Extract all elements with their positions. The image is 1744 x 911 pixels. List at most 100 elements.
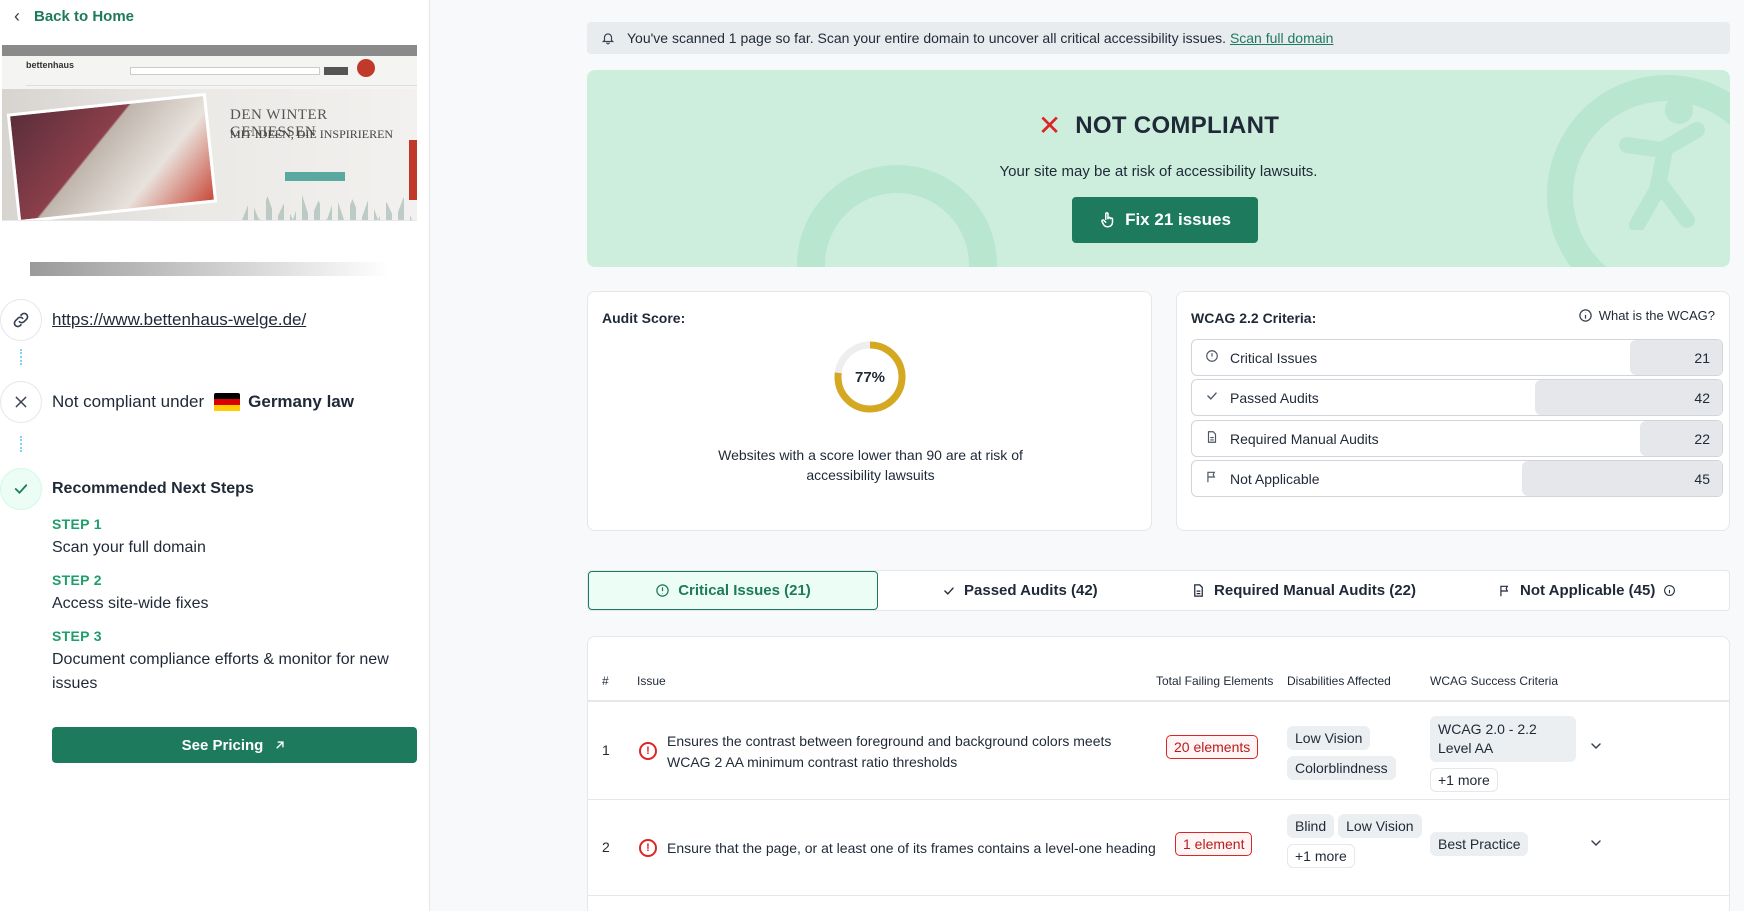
check-icon (1204, 389, 1220, 406)
sidebar: ‹ Back to Home bettenhaus DEN WINTER GEN… (0, 0, 430, 911)
col-header-num: # (602, 674, 609, 688)
audit-score-title: Audit Score: (602, 310, 686, 326)
accessibility-figure-icon (1619, 96, 1705, 230)
flag-icon (1500, 585, 1509, 596)
banner-message: You've scanned 1 page so far. Scan your … (627, 30, 1227, 46)
germany-flag-icon (214, 392, 241, 412)
criteria-required-manual-audits[interactable]: Required Manual Audits 22 (1191, 420, 1723, 457)
preview-topbar (2, 45, 417, 56)
preview-badge (357, 59, 375, 77)
next-steps-title: Recommended Next Steps (52, 480, 254, 497)
tab-critical-issues[interactable]: Critical Issues (21) (588, 571, 878, 610)
step-3: STEP 3 Document compliance efforts & mon… (52, 628, 422, 696)
chevron-down-icon[interactable] (1588, 835, 1604, 856)
fix-issues-button[interactable]: Fix 21 issues (1072, 197, 1258, 243)
disability-chip: Colorblindness (1287, 756, 1396, 780)
flag-stripe-gold (214, 405, 241, 412)
website-preview-secondary (30, 262, 390, 276)
criteria-passed-audits[interactable]: Passed Audits 42 (1191, 379, 1723, 416)
issue-description: Ensures the contrast between foreground … (667, 733, 1112, 770)
compliance-law-text: Not compliant under Germany law (52, 392, 354, 412)
document-icon (1204, 430, 1220, 447)
compliance-status: ✕ NOT COMPLIANT (587, 112, 1730, 140)
x-icon: ✕ (1037, 110, 1062, 141)
disability-chip: Low Vision (1287, 726, 1371, 750)
alert-circle-icon (1204, 349, 1220, 366)
score-value: 77% (854, 368, 886, 386)
row-number: 1 (602, 742, 610, 758)
criteria-not-applicable[interactable]: Not Applicable 45 (1191, 460, 1723, 497)
criteria-label: Not Applicable (1230, 470, 1320, 487)
col-header-issue: Issue (637, 674, 666, 688)
table-row[interactable]: 2 ! Ensure that the page, or at least on… (588, 800, 1729, 896)
criteria-label: Required Manual Audits (1230, 430, 1379, 447)
compliance-prefix: Not compliant under (52, 392, 205, 411)
tab-label: Required Manual Audits (22) (1214, 582, 1416, 599)
criteria-cell: WCAG 2.0 - 2.2 Level AA +1 more (1430, 716, 1580, 792)
criteria-count: 45 (1694, 470, 1710, 487)
table-row[interactable]: 1 ! Ensures the contrast between foregro… (588, 702, 1729, 800)
tab-passed-audits[interactable]: Passed Audits (42) (878, 571, 1162, 610)
issue-tabs: Critical Issues (21) Passed Audits (42) … (587, 570, 1730, 611)
see-pricing-label: See Pricing (181, 736, 264, 754)
criteria-chip: Best Practice (1430, 832, 1529, 856)
step-label: STEP 3 (52, 628, 102, 644)
step-label: STEP 2 (52, 572, 102, 588)
failing-elements-badge[interactable]: 1 element (1175, 832, 1253, 856)
criteria-bar (1522, 461, 1722, 496)
step-1: STEP 1 Scan your full domain (52, 516, 422, 560)
criteria-critical-issues[interactable]: Critical Issues 21 (1191, 339, 1723, 376)
audit-score-card: Audit Score: 77% Websites with a score l… (587, 291, 1152, 531)
disability-chip: Low Vision (1338, 814, 1422, 838)
scanned-url-link[interactable]: https://www.bettenhaus-welge.de/ (52, 310, 306, 330)
back-label: Back to Home (34, 8, 135, 25)
preview-search-button (324, 67, 348, 75)
alert-icon: ! (639, 839, 657, 857)
tab-label: Not Applicable (45) (1520, 582, 1656, 599)
back-to-home-link[interactable]: ‹ Back to Home (14, 6, 134, 27)
compliance-law-row: Not compliant under Germany law (0, 381, 354, 423)
alert-circle-icon (656, 584, 669, 597)
preview-logo: bettenhaus (26, 60, 75, 70)
step-label: STEP 1 (52, 516, 102, 532)
disability-chip: Blind (1287, 814, 1335, 838)
check-icon (944, 586, 954, 595)
tab-not-applicable[interactable]: Not Applicable (45) (1445, 571, 1729, 610)
disabilities-cell: Blind Low Vision +1 more (1287, 814, 1427, 868)
website-preview: bettenhaus DEN WINTER GENIESSEN MIT IDEE… (2, 45, 417, 221)
connector-dots (20, 349, 22, 365)
flag-icon (1204, 470, 1220, 487)
tab-required-manual-audits[interactable]: Required Manual Audits (22) (1162, 571, 1446, 610)
compliance-law: Germany law (248, 392, 354, 411)
preview-red-tab (409, 140, 417, 200)
more-criteria-button[interactable]: +1 more (1430, 768, 1498, 792)
pointer-hand-icon (1101, 212, 1114, 228)
decorative-ring (797, 165, 997, 267)
preview-bedding-image (6, 92, 218, 220)
criteria-count: 42 (1694, 389, 1710, 406)
tab-label: Critical Issues (21) (678, 582, 811, 599)
scan-full-domain-link[interactable]: Scan full domain (1230, 30, 1334, 46)
step-text: Document compliance efforts & monitor fo… (52, 651, 389, 692)
step-text: Access site-wide fixes (52, 595, 209, 612)
more-disabilities-button[interactable]: +1 more (1287, 844, 1355, 868)
banner-text: You've scanned 1 page so far. Scan your … (627, 30, 1333, 46)
preview-cta (285, 172, 345, 181)
failing-elements-cell: 20 elements (1166, 735, 1259, 759)
compliance-title: NOT COMPLIANT (1075, 112, 1280, 139)
criteria-count: 21 (1694, 349, 1710, 366)
chevron-down-icon[interactable] (1588, 738, 1604, 759)
see-pricing-button[interactable]: See Pricing (52, 727, 417, 763)
criteria-label: Critical Issues (1230, 349, 1318, 366)
what-is-wcag-link[interactable]: What is the WCAG? (1578, 308, 1715, 323)
criteria-count: 22 (1694, 430, 1710, 447)
failing-elements-cell: 1 element (1175, 832, 1253, 856)
col-header-failing: Total Failing Elements (1156, 674, 1274, 688)
bell-icon (601, 33, 615, 45)
alert-icon: ! (639, 742, 657, 760)
failing-elements-badge[interactable]: 20 elements (1166, 735, 1259, 759)
scan-banner: You've scanned 1 page so far. Scan your … (587, 22, 1730, 54)
info-icon (1664, 585, 1676, 596)
connector-dots (20, 436, 22, 452)
step-2: STEP 2 Access site-wide fixes (52, 572, 422, 616)
